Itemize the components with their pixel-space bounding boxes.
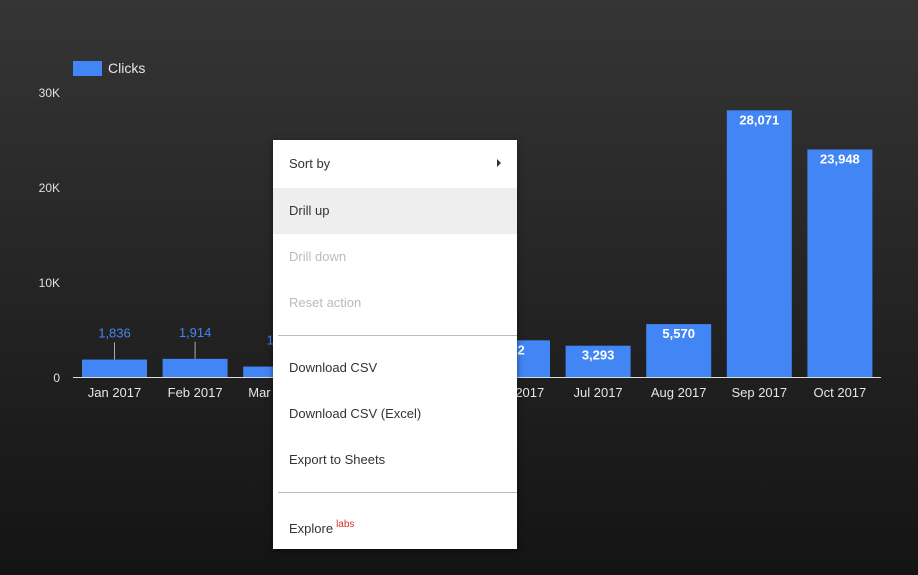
y-tick-label: 10K xyxy=(39,276,60,290)
bar[interactable] xyxy=(726,110,792,377)
y-tick-label: 0 xyxy=(53,371,60,385)
menu-item-reset-action: Reset action xyxy=(289,295,362,310)
menu-item-sort-by[interactable]: Sort by xyxy=(273,140,517,188)
bar[interactable] xyxy=(807,149,873,377)
y-tick-label: 20K xyxy=(39,181,60,195)
x-tick-label: Jul 2017 xyxy=(574,385,623,400)
data-label: 28,071 xyxy=(739,112,779,127)
menu-item-drill-up[interactable]: Drill up xyxy=(273,188,517,234)
submenu-arrow-icon xyxy=(497,159,501,167)
x-tick-label: Oct 2017 xyxy=(814,385,867,400)
sort-by-label: Sort by xyxy=(289,156,331,171)
context-menu: Sort by Drill up Drill down Reset action… xyxy=(273,140,517,549)
menu-item-export-to-sheets[interactable]: Export to Sheets xyxy=(273,437,517,483)
y-tick-label: 30K xyxy=(39,86,60,100)
data-label: 5,570 xyxy=(662,326,695,341)
explore-label: Explore xyxy=(289,521,334,536)
labs-badge: labs xyxy=(336,519,355,530)
legend[interactable]: Clicks xyxy=(73,60,145,76)
menu-divider xyxy=(278,492,517,493)
x-tick-label: Feb 2017 xyxy=(168,385,223,400)
bar[interactable] xyxy=(162,358,228,377)
data-label: 3,293 xyxy=(582,348,615,363)
x-tick-label: Jan 2017 xyxy=(88,385,142,400)
menu-item-drill-down: Drill down xyxy=(289,249,347,264)
bar[interactable] xyxy=(82,359,147,377)
legend-label: Clicks xyxy=(108,60,146,76)
menu-item-download-csv-excel[interactable]: Download CSV (Excel) xyxy=(273,391,517,437)
menu-item-download-csv[interactable]: Download CSV xyxy=(273,345,517,391)
menu-item-explore[interactable]: Explore labs xyxy=(273,502,517,548)
data-label: 23,948 xyxy=(820,151,860,166)
x-tick-label: Sep 2017 xyxy=(731,385,787,400)
menu-divider xyxy=(278,335,517,336)
data-label: 1,914 xyxy=(179,325,212,340)
data-label: 1,836 xyxy=(98,326,131,341)
legend-swatch-clicks xyxy=(73,60,102,76)
x-tick-label: Aug 2017 xyxy=(651,385,707,400)
